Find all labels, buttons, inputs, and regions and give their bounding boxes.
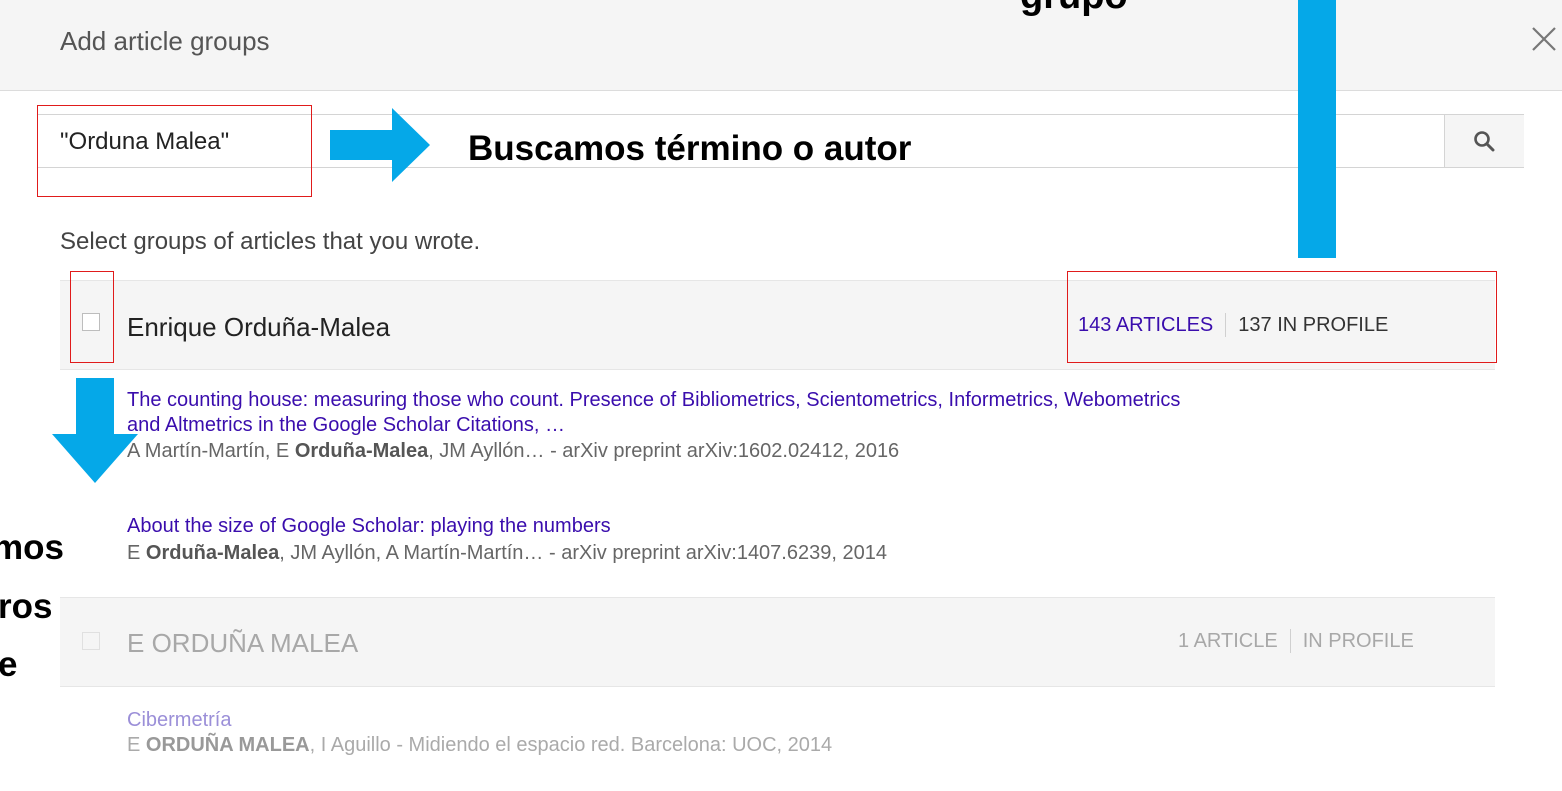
authors-highlight: ORDUÑA MALEA (145, 734, 310, 756)
authors-highlight: Orduña-Malea (145, 542, 280, 564)
article-title-link: Cibermetría (127, 709, 232, 731)
annotation-top-fragment: grupo (1020, 0, 1128, 18)
authors-suffix: , JM Ayllón… - arXiv preprint arXiv:1602… (428, 440, 900, 462)
article-title-link[interactable]: About the size of Google Scholar: playin… (127, 515, 611, 538)
group-checkbox (82, 632, 100, 650)
article-title-link-cont[interactable]: and Altmetrics in the Google Scholar Cit… (127, 414, 565, 437)
authors-prefix: E (127, 542, 146, 564)
count-separator (1289, 629, 1291, 653)
group-name: Enrique Orduña-Malea (127, 312, 391, 342)
authors-highlight: Orduña-Malea (294, 440, 429, 462)
helper-text: Select groups of articles that you wrote… (60, 228, 481, 255)
annotation-arrow-vertical (1298, 0, 1336, 258)
group-counts: 1 ARTICLE IN PROFILE (1178, 629, 1414, 653)
search-icon (1474, 131, 1495, 152)
annotation-arrow-right (330, 108, 430, 182)
dialog-title: Add article groups (60, 26, 270, 56)
annotation-left-fragment-3: e (0, 645, 18, 684)
annotation-box-search (37, 105, 312, 197)
authors-prefix: E (127, 734, 146, 756)
article-authors: E Orduña-Malea, JM Ayllón, A Martín-Mart… (127, 542, 887, 565)
search-button[interactable] (1444, 115, 1524, 167)
annotation-box-counts (1067, 271, 1497, 363)
article-authors: A Martín-Martín, E Orduña-Malea, JM Ayll… (127, 440, 899, 463)
group-name: E ORDUÑA MALEA (127, 628, 359, 658)
annotation-search-note: Buscamos término o autor (468, 129, 912, 168)
annotation-box-checkbox (70, 271, 114, 363)
articles-count: 1 ARTICLE (1178, 629, 1278, 652)
article-authors: E ORDUÑA MALEA, I Aguillo - Midiendo el … (127, 734, 832, 757)
annotation-left-fragment-1: mos (0, 528, 64, 567)
in-profile-count: IN PROFILE (1302, 629, 1414, 652)
close-icon[interactable] (1527, 22, 1561, 56)
annotation-arrow-down (52, 378, 138, 483)
authors-suffix: , I Aguillo - Midiendo el espacio red. B… (309, 734, 833, 756)
article-title-link[interactable]: The counting house: measuring those who … (127, 389, 1180, 412)
authors-prefix: A Martín-Martín, E (127, 440, 295, 462)
authors-suffix: , JM Ayllón, A Martín-Martín… - arXiv pr… (279, 542, 887, 564)
annotation-left-fragment-2: ros (0, 587, 53, 626)
